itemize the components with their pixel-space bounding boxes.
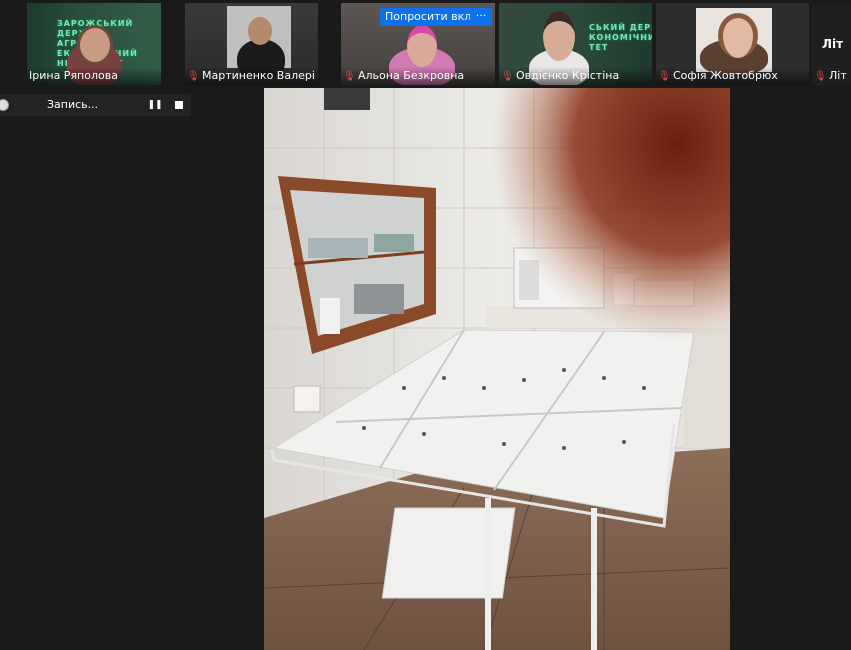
participant-name: Ірина Ряполова bbox=[29, 69, 118, 82]
participant-tile[interactable]: СЬКИЙ ДЕРЖКОНОМІЧНИЙТЕТ 🎙Овдієнко Крісті… bbox=[499, 3, 652, 85]
stop-icon bbox=[175, 101, 183, 109]
participant-tile[interactable]: ЗАРОЖСЬКИЙ ДЕРЖАГРАРНО-ЕКОНОМІЧНИЙНІВЕРС… bbox=[27, 3, 161, 85]
participant-strip: ЗАРОЖСЬКИЙ ДЕРЖАГРАРНО-ЕКОНОМІЧНИЙНІВЕРС… bbox=[0, 0, 851, 88]
participant-name: 🎙 Софія Жовтобрюх bbox=[658, 69, 778, 82]
ask-to-unmute-button[interactable]: Попросити вкл bbox=[380, 8, 477, 26]
participant-name: 🎙 Літ bbox=[814, 69, 847, 82]
pause-recording-button[interactable]: ❚❚ bbox=[147, 97, 163, 113]
main-video-feed bbox=[264, 88, 730, 650]
mic-muted-icon: 🎙 bbox=[658, 71, 671, 82]
participant-name: 🎙 Альона Безкровна bbox=[343, 69, 465, 82]
participant-name: 🎙 Овдієнко Крістіна bbox=[501, 69, 620, 82]
mic-muted-icon: 🎙 bbox=[814, 71, 827, 82]
mic-muted-icon: 🎙 bbox=[501, 71, 514, 82]
more-options-button[interactable]: ··· bbox=[470, 8, 492, 26]
mic-muted-icon: 🎙 bbox=[343, 71, 356, 82]
participant-tile[interactable]: 🎙 Мартиненко Валерія bbox=[185, 3, 318, 85]
participant-tile[interactable]: 🎙 Софія Жовтобрюх bbox=[656, 3, 809, 85]
participant-initial-label: Літ bbox=[822, 37, 844, 51]
recording-bar: Запись... ❚❚ bbox=[0, 94, 191, 116]
participant-name: 🎙 Мартиненко Валерія bbox=[187, 69, 316, 82]
recording-icon bbox=[0, 99, 9, 111]
participant-tile[interactable]: Літ 🎙 Літ bbox=[812, 3, 851, 85]
mic-muted-icon: 🎙 bbox=[187, 71, 200, 82]
recording-label: Запись... bbox=[47, 98, 99, 111]
video-frame bbox=[264, 88, 730, 650]
stop-recording-button[interactable] bbox=[171, 97, 187, 113]
